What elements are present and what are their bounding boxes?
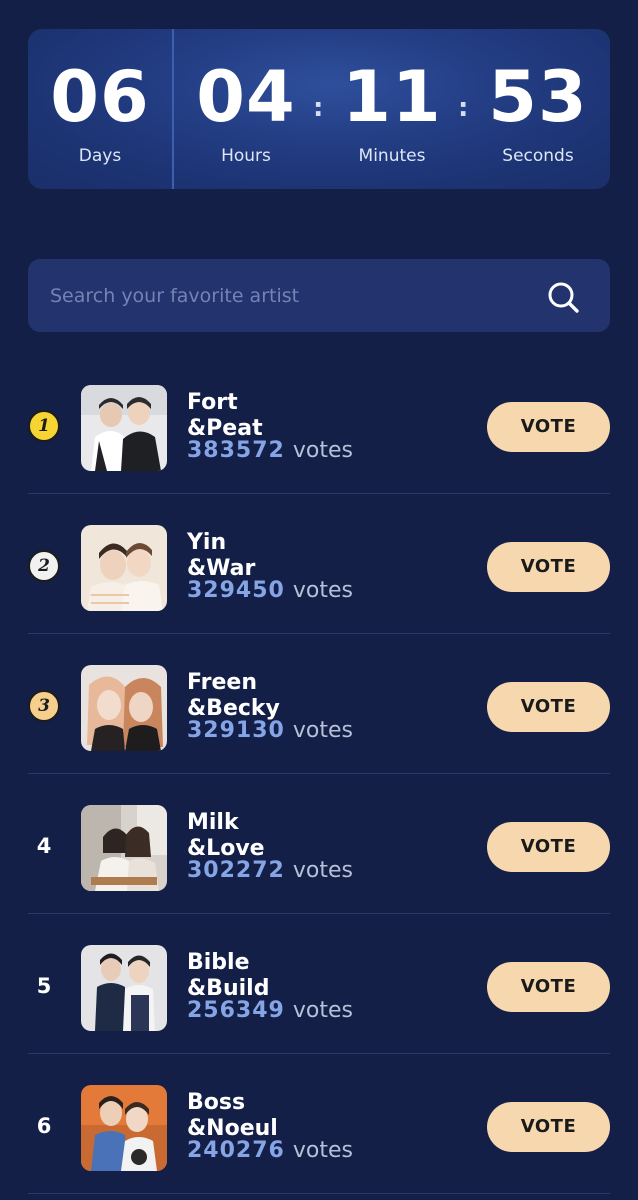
seconds-value: 53 — [488, 56, 588, 138]
minutes-value: 11 — [342, 56, 442, 138]
votes-label: votes — [292, 1138, 353, 1163]
votes-label: votes — [292, 858, 353, 883]
hours-value: 04 — [196, 56, 296, 138]
votes-label: votes — [292, 578, 353, 603]
vote-count: 383572 — [187, 438, 285, 463]
vote-tally: 256349 votes — [187, 997, 353, 1025]
hours-label: Hours — [221, 146, 271, 166]
ranking-row: 2 Yin &War 329450 votes VOTE — [28, 494, 610, 634]
search-input[interactable] — [50, 259, 520, 332]
artist-name-line1: Freen — [187, 670, 257, 695]
vote-button[interactable]: VOTE — [487, 402, 610, 452]
vote-button[interactable]: VOTE — [487, 1102, 610, 1152]
avatar — [81, 1085, 167, 1171]
vote-button[interactable]: VOTE — [487, 962, 610, 1012]
artist-name-line1: Yin — [187, 530, 227, 555]
artist-name-line1: Bible — [187, 950, 250, 975]
bronze-medal-icon: 3 — [28, 690, 60, 722]
countdown-seconds: 53 Seconds — [478, 29, 598, 189]
days-value: 06 — [50, 56, 150, 138]
vote-tally: 302272 votes — [187, 857, 353, 885]
avatar — [81, 525, 167, 611]
gold-medal-icon: 1 — [28, 410, 60, 442]
seconds-label: Seconds — [502, 146, 574, 166]
ranking-row: 3 Freen &Becky 329130 votes VOTE — [28, 634, 610, 774]
votes-label: votes — [292, 718, 353, 743]
artist-name-line1: Milk — [187, 810, 239, 835]
countdown-divider — [172, 29, 174, 189]
vote-button[interactable]: VOTE — [487, 542, 610, 592]
row-divider — [28, 1193, 610, 1194]
avatar — [81, 945, 167, 1031]
countdown-colon: : — [313, 93, 324, 123]
rank-number: 6 — [36, 1114, 52, 1138]
vote-button[interactable]: VOTE — [487, 682, 610, 732]
countdown-panel: 06 Days 04 Hours : 11 Minutes : 53 Secon… — [28, 29, 610, 189]
vote-count: 256349 — [187, 998, 285, 1023]
avatar — [81, 805, 167, 891]
vote-count: 329450 — [187, 578, 285, 603]
avatar — [81, 385, 167, 471]
days-label: Days — [78, 146, 122, 166]
ranking-row: 4 Milk &Love 302272 votes VOTE — [28, 774, 610, 914]
countdown-hours: 04 Hours — [186, 29, 306, 189]
ranking-row: 1 Fort &Peat 383572 votes VOTE — [28, 354, 610, 494]
artist-name-line1: Fort — [187, 390, 238, 415]
countdown-days: 06 Days — [40, 29, 160, 189]
search-bar — [28, 259, 610, 332]
vote-tally: 329130 votes — [187, 717, 353, 745]
vote-tally: 329450 votes — [187, 577, 353, 605]
vote-count: 329130 — [187, 718, 285, 743]
countdown-minutes: 11 Minutes — [332, 29, 452, 189]
votes-label: votes — [292, 438, 353, 463]
artist-name-line1: Boss — [187, 1090, 246, 1115]
ranking-row: 6 Boss &Noeul 240276 votes VOTE — [28, 1054, 610, 1194]
vote-tally: 383572 votes — [187, 437, 353, 465]
vote-tally: 240276 votes — [187, 1137, 353, 1165]
search-icon[interactable] — [545, 279, 581, 315]
vote-count: 240276 — [187, 1138, 285, 1163]
votes-label: votes — [292, 998, 353, 1023]
minutes-label: Minutes — [358, 146, 426, 166]
avatar — [81, 665, 167, 751]
rank-number: 5 — [36, 974, 52, 998]
vote-count: 302272 — [187, 858, 285, 883]
ranking-row: 5 Bible &Build 256349 votes VOTE — [28, 914, 610, 1054]
vote-button[interactable]: VOTE — [487, 822, 610, 872]
rank-number: 4 — [36, 834, 52, 858]
countdown-colon: : — [458, 93, 469, 123]
silver-medal-icon: 2 — [28, 550, 60, 582]
